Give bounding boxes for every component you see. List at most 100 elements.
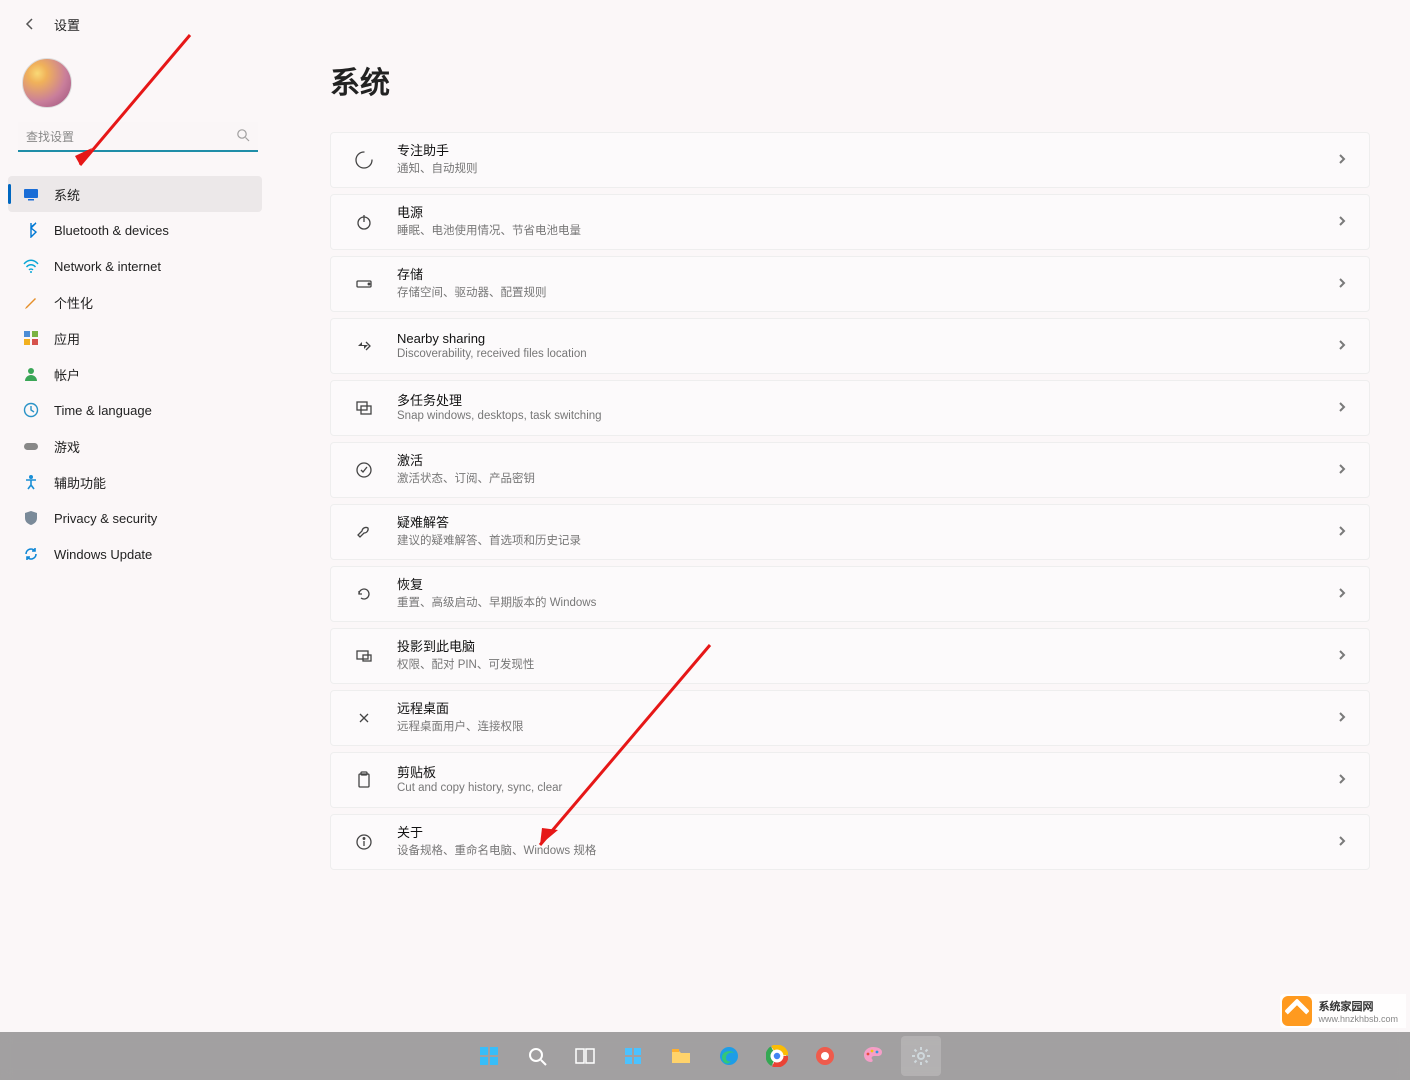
setting-nearby[interactable]: Nearby sharing Discoverability, received … [330,318,1370,374]
setting-trouble[interactable]: 疑难解答建议的疑难解答、首选项和历史记录 [330,504,1370,560]
gaming-icon [22,437,40,455]
sidebar-item-label: 游戏 [54,437,80,456]
watermark-name: 系统家园网 [1318,998,1398,1014]
setting-activate[interactable]: 激活激活状态、订阅、产品密钥 [330,442,1370,498]
sidebar-item-label: Time & language [54,403,152,418]
setting-desc: Discoverability, received files location [397,348,587,360]
chevron-right-icon [1337,337,1347,355]
chevron-right-icon [1337,151,1347,169]
multi-icon [353,397,375,419]
sidebar-item-personal[interactable]: 个性化 [8,284,262,320]
sidebar-item-label: Windows Update [54,547,152,562]
taskbar-taskview[interactable] [565,1036,605,1076]
setting-desc: 设备规格、重命名电脑、Windows 规格 [397,842,596,858]
search-placeholder: 查找设置 [26,128,236,145]
taskbar-edge[interactable] [709,1036,749,1076]
sidebar-item-label: 辅助功能 [54,473,106,492]
setting-storage[interactable]: 存储存储空间、驱动器、配置规则 [330,256,1370,312]
personal-icon [22,293,40,311]
sidebar-item-bluetooth[interactable]: Bluetooth & devices [8,212,262,248]
taskbar-explorer[interactable] [661,1036,701,1076]
taskbar-settings[interactable] [901,1036,941,1076]
setting-desc: 激活状态、订阅、产品密钥 [397,470,535,486]
setting-desc: 存储空间、驱动器、配置规则 [397,284,547,300]
setting-desc: Cut and copy history, sync, clear [397,782,562,794]
setting-title: Nearby sharing [397,332,587,346]
chevron-right-icon [1337,461,1347,479]
sidebar-item-privacy[interactable]: Privacy & security [8,500,262,536]
setting-desc: 睡眠、电池使用情况、节省电池电量 [397,222,581,238]
chevron-right-icon [1337,647,1347,665]
setting-title: 电源 [397,206,581,220]
setting-title: 关于 [397,826,596,840]
setting-multi[interactable]: 多任务处理Snap windows, desktops, task switch… [330,380,1370,436]
search-input[interactable]: 查找设置 [18,122,258,152]
setting-title: 疑难解答 [397,516,581,530]
project-icon [353,645,375,667]
setting-title: 远程桌面 [397,702,524,716]
chevron-right-icon [1337,833,1347,851]
setting-about[interactable]: 关于设备规格、重命名电脑、Windows 规格 [330,814,1370,870]
main: 系统 专注助手通知、自动规则电源睡眠、电池使用情况、节省电池电量存储存储空间、驱… [330,48,1370,1020]
bluetooth-icon [22,221,40,239]
taskbar-chrome[interactable] [757,1036,797,1076]
activate-icon [353,459,375,481]
sidebar-item-network[interactable]: Network & internet [8,248,262,284]
nearby-icon [353,335,375,357]
chevron-right-icon [1337,399,1347,417]
setting-focus[interactable]: 专注助手通知、自动规则 [330,132,1370,188]
taskbar-widgets[interactable] [613,1036,653,1076]
window-title: 设置 [54,15,80,34]
access-icon [22,473,40,491]
sidebar-item-gaming[interactable]: 游戏 [8,428,262,464]
sidebar: 查找设置 系统 Bluetooth & devices Network & inte… [0,48,270,572]
setting-remote[interactable]: 远程桌面远程桌面用户、连接权限 [330,690,1370,746]
avatar[interactable] [22,58,72,108]
setting-title: 激活 [397,454,535,468]
sidebar-item-label: 个性化 [54,293,93,312]
accounts-icon [22,365,40,383]
trouble-icon [353,521,375,543]
setting-desc: Snap windows, desktops, task switching [397,410,602,422]
power-icon [353,211,375,233]
back-button[interactable] [18,12,42,36]
setting-title: 投影到此电脑 [397,640,534,654]
sidebar-item-accounts[interactable]: 帐户 [8,356,262,392]
sidebar-item-label: Bluetooth & devices [54,223,169,238]
setting-project[interactable]: 投影到此电脑权限、配对 PIN、可发现性 [330,628,1370,684]
setting-title: 剪贴板 [397,766,562,780]
chevron-right-icon [1337,523,1347,541]
chevron-right-icon [1337,771,1347,789]
sidebar-item-update[interactable]: Windows Update [8,536,262,572]
window-header: 设置 [0,0,1410,48]
sidebar-item-system[interactable]: 系统 [8,176,262,212]
taskbar-start[interactable] [469,1036,509,1076]
privacy-icon [22,509,40,527]
arrow-left-icon [24,18,36,30]
setting-title: 恢复 [397,578,596,592]
page-title: 系统 [330,58,1370,102]
setting-title: 专注助手 [397,144,478,158]
setting-recovery[interactable]: 恢复重置、高级启动、早期版本的 Windows [330,566,1370,622]
apps-icon [22,329,40,347]
focus-icon [353,149,375,171]
watermark-icon [1282,996,1312,1026]
time-icon [22,401,40,419]
setting-clip[interactable]: 剪贴板 Cut and copy history, sync, clear [330,752,1370,808]
setting-desc: 通知、自动规则 [397,160,478,176]
update-icon [22,545,40,563]
setting-power[interactable]: 电源睡眠、电池使用情况、节省电池电量 [330,194,1370,250]
sidebar-item-label: Network & internet [54,259,161,274]
taskbar-paint[interactable] [853,1036,893,1076]
sidebar-item-access[interactable]: 辅助功能 [8,464,262,500]
setting-desc: 重置、高级启动、早期版本的 Windows [397,594,596,610]
remote-icon [353,707,375,729]
taskbar-search[interactable] [517,1036,557,1076]
sidebar-item-apps[interactable]: 应用 [8,320,262,356]
setting-desc: 建议的疑难解答、首选项和历史记录 [397,532,581,548]
taskbar-browser[interactable] [805,1036,845,1076]
taskbar [0,1032,1410,1080]
sidebar-item-time[interactable]: Time & language [8,392,262,428]
chevron-right-icon [1337,275,1347,293]
setting-desc: 远程桌面用户、连接权限 [397,718,524,734]
